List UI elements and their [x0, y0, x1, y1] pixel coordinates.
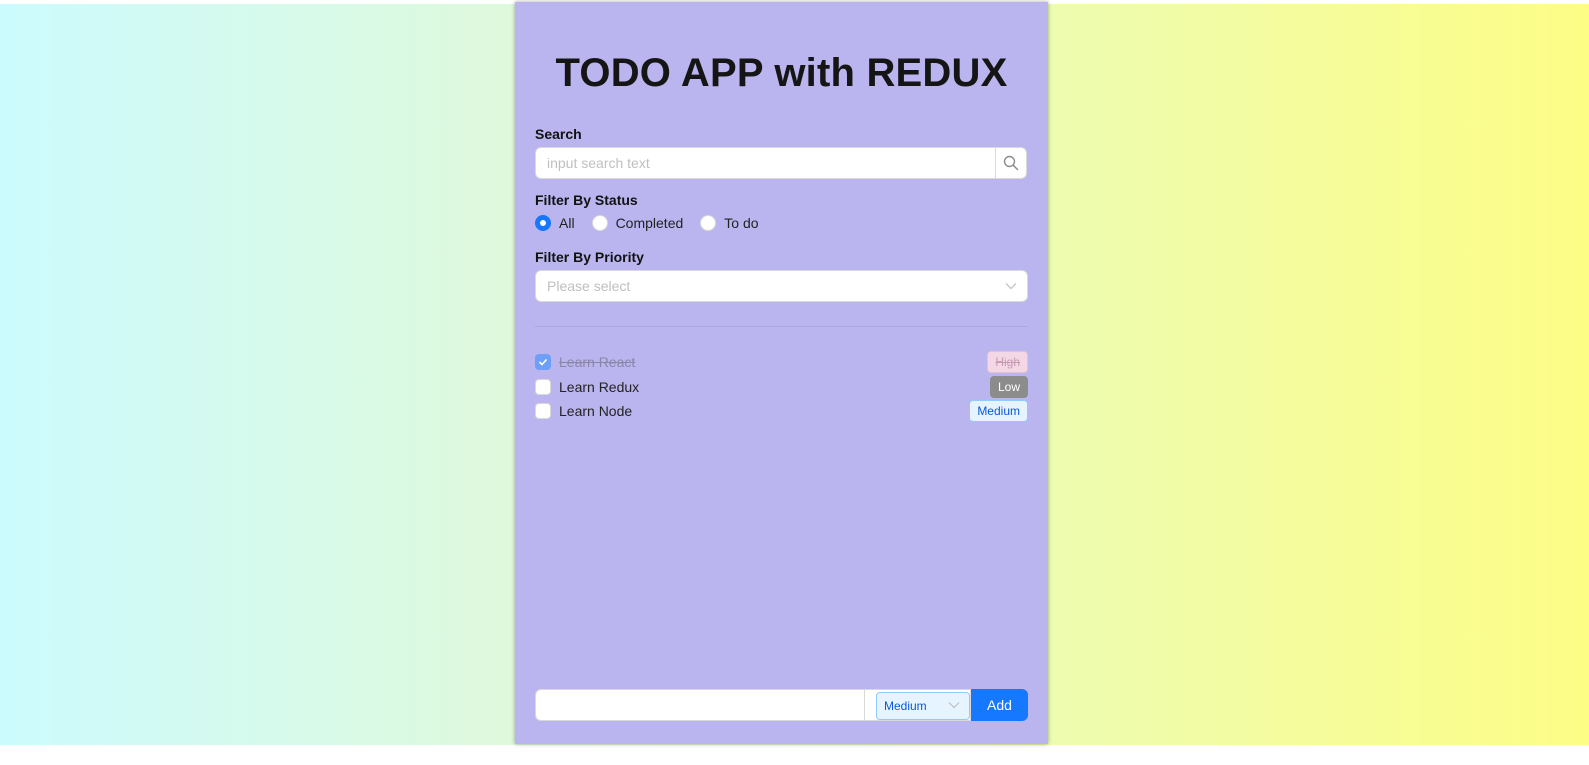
todo-list: Learn React High Learn Redux Low Learn N… [535, 350, 1028, 424]
chevron-down-icon [948, 702, 960, 709]
todo-checkbox[interactable] [535, 378, 551, 395]
radio-label: Completed [615, 215, 684, 231]
priority-tag: High [987, 351, 1028, 374]
todo-name: Learn Redux [559, 378, 640, 395]
chevron-down-icon [1005, 283, 1017, 290]
priority-tag: Low [989, 375, 1028, 398]
search-icon [1003, 155, 1019, 171]
todo-checkbox[interactable] [535, 354, 551, 371]
todo-item: Learn Redux Low [535, 375, 1028, 400]
priority-select-placeholder: Please select [547, 278, 631, 294]
todo-item: Learn Node Medium [535, 399, 1028, 424]
priority-filter-label: Filter By Priority [535, 249, 644, 265]
checkmark-icon [538, 359, 548, 366]
status-filter-label: Filter By Status [535, 192, 638, 208]
new-todo-input[interactable] [535, 689, 864, 721]
status-option-todo[interactable]: To do [700, 215, 759, 231]
search-box [535, 147, 1027, 179]
radio-label: All [559, 215, 575, 231]
status-option-completed[interactable]: Completed [591, 215, 684, 231]
radio-button[interactable] [700, 215, 717, 231]
priority-filter-select[interactable]: Please select [535, 270, 1028, 302]
search-button[interactable] [995, 148, 1026, 178]
search-input[interactable] [536, 148, 995, 178]
todo-card: TODO APP with REDUX Search Filter By Sta… [515, 2, 1048, 744]
status-option-all[interactable]: All [535, 215, 575, 231]
radio-button[interactable] [535, 215, 551, 231]
new-todo-priority-select[interactable]: Medium [864, 689, 971, 721]
add-todo-form: Medium Add [535, 689, 1028, 721]
todo-item: Learn React High [535, 350, 1028, 375]
todo-name: Learn React [559, 354, 636, 371]
add-button[interactable]: Add [971, 689, 1028, 721]
divider [535, 326, 1028, 327]
todo-checkbox[interactable] [535, 403, 551, 420]
radio-button[interactable] [591, 215, 608, 231]
todo-name: Learn Node [559, 403, 633, 420]
search-label: Search [535, 126, 582, 142]
status-radio-group: All Completed To do [535, 215, 776, 231]
priority-tag: Medium [969, 400, 1028, 423]
radio-label: To do [724, 215, 759, 231]
page-title: TODO APP with REDUX [555, 51, 1008, 95]
